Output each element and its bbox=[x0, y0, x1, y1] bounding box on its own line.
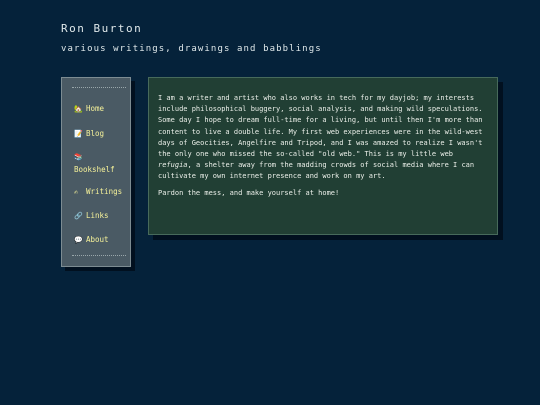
closing-paragraph: Pardon the mess, and make yourself at ho… bbox=[158, 188, 340, 197]
nav-link-home[interactable]: Home bbox=[86, 104, 104, 113]
nav-item-links[interactable]: 🔗 Links bbox=[74, 211, 132, 221]
sidebar-divider-bottom bbox=[72, 255, 126, 256]
writing-hand-icon: ✍ bbox=[74, 188, 79, 196]
site-title: Ron Burton bbox=[61, 22, 143, 35]
intro-emphasis: refugia bbox=[158, 161, 188, 170]
sidebar-nav: 🏡 Home 📝 Blog 📚 Bookshelf ✍ Writings 🔗 Links … bbox=[61, 77, 131, 267]
content-panel: I am a writer and artist who also works … bbox=[148, 77, 498, 235]
nav-link-links[interactable]: Links bbox=[86, 211, 109, 220]
nav-item-bookshelf[interactable]: 📚 Bookshelf bbox=[74, 152, 132, 175]
nav-item-writings[interactable]: ✍ Writings bbox=[74, 187, 132, 197]
nav-list: 🏡 Home 📝 Blog 📚 Bookshelf ✍ Writings 🔗 Links … bbox=[74, 104, 132, 245]
house-icon: 🏡 bbox=[74, 105, 83, 113]
intro-paragraph: I am a writer and artist who also works … bbox=[158, 93, 490, 183]
nav-link-bookshelf[interactable]: Bookshelf bbox=[74, 165, 115, 174]
nav-item-blog[interactable]: 📝 Blog bbox=[74, 129, 132, 139]
nav-item-home[interactable]: 🏡 Home bbox=[74, 104, 132, 114]
site-tagline: various writings, drawings and babblings bbox=[61, 44, 322, 54]
nav-link-blog[interactable]: Blog bbox=[86, 129, 104, 138]
speech-bubble-icon: 💬 bbox=[74, 236, 83, 244]
nav-item-about[interactable]: 💬 About bbox=[74, 235, 132, 245]
site-header: Ron Burton various writings, drawings an… bbox=[61, 22, 322, 54]
link-icon: 🔗 bbox=[74, 212, 83, 220]
intro-text-start: I am a writer and artist who also works … bbox=[158, 94, 483, 159]
nav-link-about[interactable]: About bbox=[86, 235, 109, 244]
nav-link-writings[interactable]: Writings bbox=[86, 187, 122, 196]
memo-icon: 📝 bbox=[74, 130, 83, 138]
books-icon: 📚 bbox=[74, 153, 83, 161]
sidebar-divider-top bbox=[72, 87, 126, 88]
intro-text-end: , a shelter away from the madding crowds… bbox=[158, 161, 475, 181]
